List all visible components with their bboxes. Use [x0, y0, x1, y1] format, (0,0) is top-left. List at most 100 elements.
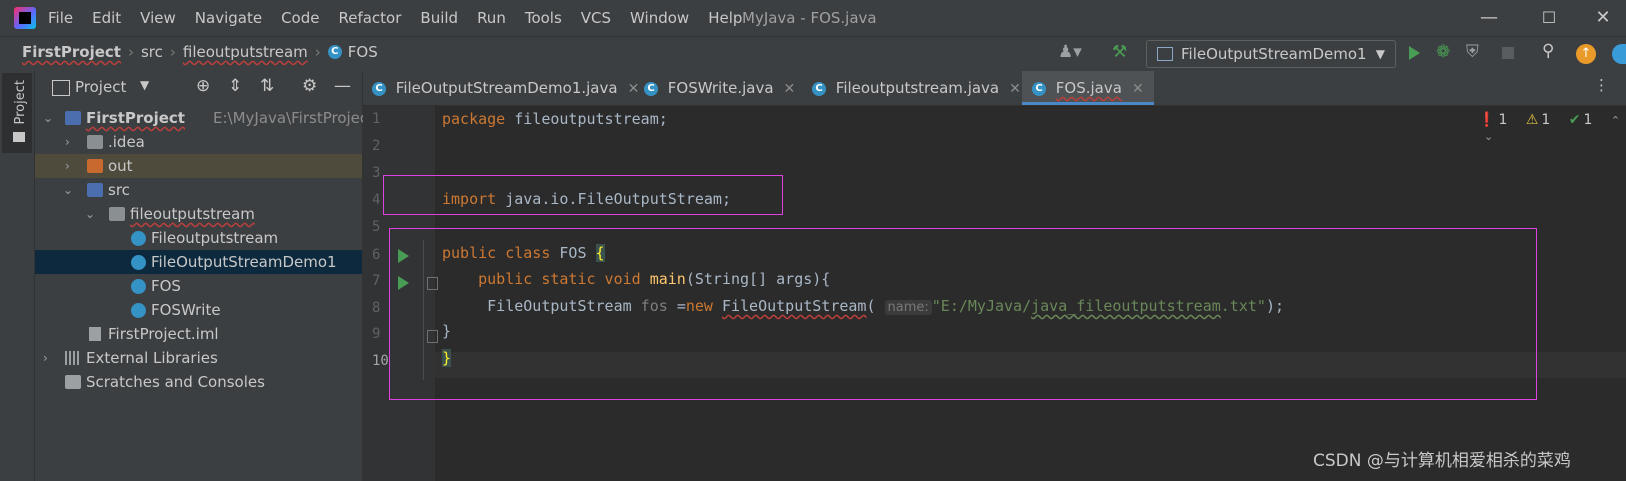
menu-view[interactable]: View	[140, 9, 176, 27]
tab-foswrite[interactable]: C FOSWrite.java ✕	[644, 71, 795, 105]
user-icon[interactable]: ♟▾	[1058, 42, 1082, 62]
tree-item-iml[interactable]: FirstProject.iml	[35, 322, 362, 346]
problems-indicator[interactable]: ❗ 1 ⚠ 1 ✔ 1 ⌃ ⌄	[1478, 112, 1626, 144]
maximize-icon[interactable]: ☐	[1526, 6, 1572, 30]
menu-edit[interactable]: Edit	[92, 9, 121, 27]
tree-item-label: FirstProject.iml	[108, 325, 219, 343]
java-class-icon: C	[327, 45, 342, 59]
menu-file[interactable]: File	[48, 9, 73, 27]
collapse-all-icon[interactable]: ⇅	[260, 76, 274, 96]
tree-item-external-libraries[interactable]: › External Libraries	[35, 346, 362, 370]
tab-fileoutputstream[interactable]: C Fileoutputstream.java ✕	[812, 71, 1021, 105]
java-class-icon	[131, 303, 146, 318]
java-class-icon: C	[372, 81, 386, 96]
error-count: 1	[1498, 112, 1508, 128]
run-configuration-select[interactable]: FileOutputStreamDemo1 ▼	[1146, 40, 1396, 68]
code-line-1[interactable]: package fileoutputstream;	[442, 110, 668, 128]
tab-fos[interactable]: C FOS.java ✕	[1022, 71, 1154, 105]
update-icon[interactable]: ↑	[1576, 44, 1596, 64]
tree-item-class[interactable]: Fileoutputstream	[35, 226, 362, 250]
minimize-icon[interactable]: —	[1466, 6, 1512, 30]
tree-item-class[interactable]: FOSWrite	[35, 298, 362, 322]
project-tool-tab-label: Project	[13, 80, 28, 125]
scratches-icon	[65, 375, 81, 389]
chevron-down-icon: ⌄	[1484, 130, 1494, 143]
tree-item-out[interactable]: › out	[35, 154, 362, 178]
check-icon: ✔	[1568, 112, 1581, 128]
menu-run[interactable]: Run	[477, 9, 506, 27]
tree-item-package[interactable]: ⌄ fileoutputstream	[35, 202, 362, 226]
menu-build[interactable]: Build	[420, 9, 458, 27]
breadcrumb-class[interactable]: FOS	[348, 43, 378, 61]
tree-item-label: Fileoutputstream	[151, 229, 279, 247]
chevron-right-icon: ›	[43, 351, 48, 365]
tree-item-path: E:\MyJava\FirstProject	[213, 109, 375, 127]
chevron-down-icon: ⌄	[43, 111, 54, 125]
tree-item-label: FirstProject	[86, 109, 185, 127]
gear-icon[interactable]: ⚙	[302, 76, 317, 96]
excluded-folder-icon	[87, 159, 103, 173]
java-class-icon: C	[812, 81, 826, 96]
chevron-down-icon: ⌄	[63, 183, 74, 197]
chevron-down-icon: ▼	[1375, 47, 1385, 61]
folder-icon	[87, 135, 103, 149]
close-icon[interactable]: ✕	[1580, 6, 1626, 30]
tab-label: FileOutputStreamDemo1.java	[395, 79, 618, 97]
tree-item-label: .idea	[108, 133, 145, 151]
menu-help[interactable]: Help	[708, 9, 742, 27]
hide-panel-icon[interactable]: —	[334, 76, 351, 96]
debug-icon[interactable]: ❁	[1436, 42, 1450, 62]
menu-navigate[interactable]: Navigate	[195, 9, 262, 27]
run-configuration-label: FileOutputStreamDemo1	[1181, 45, 1367, 63]
folder-icon	[13, 132, 25, 142]
annotation-box-class	[389, 228, 1537, 400]
tree-item-scratches[interactable]: Scratches and Consoles	[35, 370, 362, 394]
tree-item-label: FOSWrite	[151, 301, 221, 319]
search-icon[interactable]: ⚲	[1542, 41, 1554, 61]
tab-fileoutputstreamdemo1[interactable]: C FileOutputStreamDemo1.java ✕	[372, 71, 639, 105]
package-icon	[109, 207, 125, 221]
menu-tools[interactable]: Tools	[525, 9, 562, 27]
chevron-right-icon: ›	[314, 43, 321, 61]
expand-all-icon[interactable]: ⇕	[228, 76, 242, 96]
run-icon[interactable]	[1409, 46, 1420, 60]
module-folder-icon	[65, 111, 81, 125]
close-tab-icon[interactable]: ✕	[628, 81, 640, 97]
chevron-right-icon: ›	[65, 159, 70, 173]
tree-item-root[interactable]: ⌄ FirstProject E:\MyJava\FirstProject	[35, 106, 374, 130]
tree-item-class-selected[interactable]: FileOutputStreamDemo1	[35, 250, 362, 274]
breadcrumb-src[interactable]: src	[141, 43, 163, 61]
menu-code[interactable]: Code	[281, 9, 319, 27]
plugin-icon[interactable]	[1612, 44, 1626, 64]
error-icon: ❗	[1478, 112, 1496, 128]
menu-vcs[interactable]: VCS	[581, 9, 611, 27]
java-class-icon	[131, 255, 146, 270]
stop-icon[interactable]	[1502, 47, 1514, 59]
ok-count: 1	[1583, 112, 1593, 128]
tree-item-label: fileoutputstream	[130, 205, 255, 223]
coverage-icon[interactable]: ⛨	[1466, 42, 1479, 62]
tree-item-label: External Libraries	[86, 349, 218, 367]
build-hammer-icon[interactable]: ⚒	[1112, 42, 1127, 62]
java-class-icon: C	[1032, 81, 1046, 96]
tree-item-label: src	[108, 181, 130, 199]
tree-item-class[interactable]: FOS	[35, 274, 362, 298]
menu-window[interactable]: Window	[630, 9, 689, 27]
menu-refactor[interactable]: Refactor	[338, 9, 401, 27]
close-tab-icon[interactable]: ✕	[784, 81, 796, 97]
breadcrumb: FirstProject › src › fileoutputstream › …	[22, 43, 378, 61]
close-tab-icon[interactable]: ✕	[1132, 81, 1144, 97]
locate-icon[interactable]: ⊕	[196, 76, 210, 96]
tab-label: FOSWrite.java	[667, 79, 774, 97]
chevron-down-icon[interactable]: ▼	[140, 78, 149, 92]
close-tab-icon[interactable]: ✕	[1009, 81, 1021, 97]
project-view-icon	[52, 80, 70, 96]
breadcrumb-package[interactable]: fileoutputstream	[183, 43, 308, 61]
tree-item-idea[interactable]: › .idea	[35, 130, 362, 154]
tree-item-label: FOS	[151, 277, 181, 295]
warning-icon: ⚠	[1525, 112, 1539, 128]
project-panel-title[interactable]: Project	[75, 78, 126, 96]
tab-menu-icon[interactable]: ⋮	[1594, 76, 1609, 94]
breadcrumb-project[interactable]: FirstProject	[22, 43, 121, 61]
tree-item-src[interactable]: ⌄ src	[35, 178, 362, 202]
